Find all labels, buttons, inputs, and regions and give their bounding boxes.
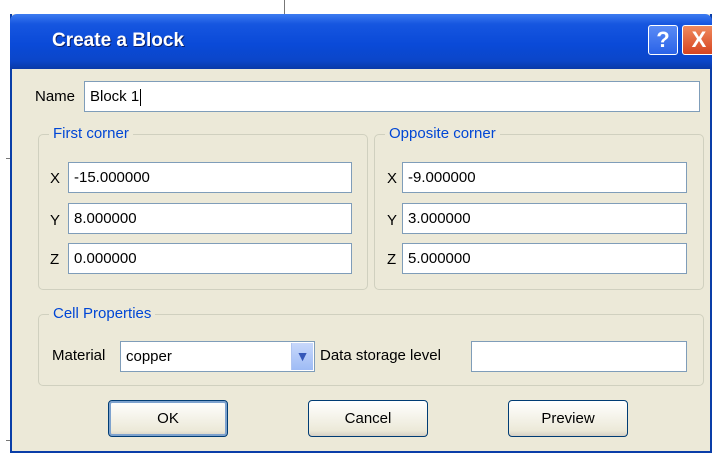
name-input[interactable]: Block 1 xyxy=(84,81,700,112)
help-button[interactable]: ? xyxy=(648,25,678,55)
opposite-y-value: 3.000000 xyxy=(408,210,471,227)
first-x-value: -15.000000 xyxy=(74,169,150,186)
preview-button[interactable]: Preview xyxy=(508,400,628,437)
storage-level-label: Data storage level xyxy=(320,347,441,364)
material-select[interactable]: copper ▼ xyxy=(120,341,315,372)
opposite-z-value: 5.000000 xyxy=(408,250,471,267)
first-z-value: 0.000000 xyxy=(74,250,137,267)
first-z-input[interactable]: 0.000000 xyxy=(68,243,352,274)
first-x-label: X xyxy=(50,170,61,187)
material-label: Material xyxy=(52,347,106,364)
dialog-title: Create a Block xyxy=(52,30,185,51)
first-y-label: Y xyxy=(50,212,61,229)
opposite-z-label: Z xyxy=(387,251,397,268)
name-value: Block 1 xyxy=(90,88,140,105)
opposite-y-label: Y xyxy=(387,212,398,229)
text-caret xyxy=(140,88,142,106)
opposite-y-input[interactable]: 3.000000 xyxy=(402,203,687,234)
help-icon: ? xyxy=(656,27,670,52)
close-icon: X xyxy=(691,27,707,52)
opposite-x-value: -9.000000 xyxy=(408,169,476,186)
opposite-corner-legend: Opposite corner xyxy=(385,125,500,142)
cell-properties-legend: Cell Properties xyxy=(49,305,156,322)
opposite-z-input[interactable]: 5.000000 xyxy=(402,243,687,274)
first-z-label: Z xyxy=(50,251,60,268)
storage-level-input[interactable] xyxy=(471,341,687,372)
first-corner-legend: First corner xyxy=(49,125,133,142)
title-bar[interactable]: Create a Block ? X xyxy=(10,14,712,69)
ok-button[interactable]: OK xyxy=(108,400,228,437)
first-y-value: 8.000000 xyxy=(74,210,137,227)
first-y-input[interactable]: 8.000000 xyxy=(68,203,352,234)
material-value: copper xyxy=(126,348,172,365)
name-label: Name xyxy=(35,88,76,105)
cancel-button[interactable]: Cancel xyxy=(308,400,428,437)
background-line xyxy=(284,0,285,14)
close-button[interactable]: X xyxy=(682,25,712,55)
opposite-x-input[interactable]: -9.000000 xyxy=(402,162,687,193)
chevron-down-icon[interactable]: ▼ xyxy=(291,343,313,370)
create-block-dialog: Create a Block ? X Name Block 1 First co… xyxy=(10,14,712,453)
first-x-input[interactable]: -15.000000 xyxy=(68,162,352,193)
opposite-x-label: X xyxy=(387,170,398,187)
